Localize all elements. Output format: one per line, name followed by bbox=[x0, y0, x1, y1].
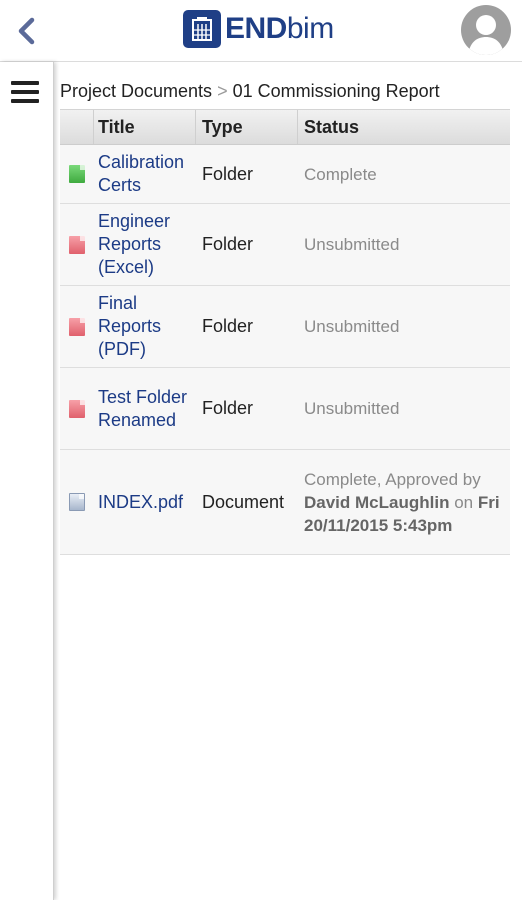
type-column-header[interactable]: Type bbox=[196, 110, 298, 144]
row-status: Complete, Approved by David McLaughlin o… bbox=[298, 468, 510, 537]
row-type: Folder bbox=[202, 234, 254, 254]
table-row[interactable]: Calibration Certs Folder Complete bbox=[60, 145, 510, 204]
table-header: Title Type Status bbox=[60, 109, 510, 145]
chevron-left-icon bbox=[18, 17, 35, 45]
breadcrumb-current: 01 Commissioning Report bbox=[232, 80, 440, 101]
row-title[interactable]: Calibration Certs bbox=[94, 151, 196, 197]
row-title[interactable]: Final Reports (PDF) bbox=[94, 292, 196, 361]
sidebar bbox=[0, 62, 54, 900]
table-row[interactable]: Final Reports (PDF) Folder Unsubmitted bbox=[60, 286, 510, 368]
table-row[interactable]: INDEX.pdf Document Complete, Approved by… bbox=[60, 450, 510, 555]
logo-text-thin: bim bbox=[286, 12, 334, 45]
red-file-icon bbox=[69, 317, 85, 336]
green-file-icon bbox=[69, 165, 85, 183]
breadcrumb: Project Documents > 01 Commissioning Rep… bbox=[60, 76, 440, 106]
table-row[interactable]: Test Folder Renamed Folder Unsubmitted bbox=[60, 368, 510, 450]
breadcrumb-separator: > bbox=[217, 80, 228, 101]
row-status: Unsubmitted bbox=[304, 317, 400, 336]
logo-wordmark: ENDbim bbox=[225, 12, 334, 46]
back-button[interactable] bbox=[10, 12, 42, 50]
hamburger-menu-icon[interactable] bbox=[11, 81, 39, 103]
row-title[interactable]: Test Folder Renamed bbox=[94, 386, 196, 432]
status-on: on bbox=[454, 492, 474, 512]
row-type: Folder bbox=[202, 316, 254, 336]
row-type: Folder bbox=[202, 398, 254, 418]
document-icon bbox=[69, 493, 85, 511]
documents-table: Title Type Status Calibration Certs Fold… bbox=[60, 109, 510, 555]
title-column-header[interactable]: Title bbox=[94, 110, 196, 144]
logo-text-bold: END bbox=[225, 12, 287, 45]
approver-name: David McLaughlin bbox=[304, 492, 450, 512]
status-column-header[interactable]: Status bbox=[298, 110, 510, 144]
row-status: Unsubmitted bbox=[304, 235, 400, 254]
row-title[interactable]: INDEX.pdf bbox=[94, 491, 196, 514]
status-prefix: Complete, Approved by bbox=[304, 469, 481, 489]
row-status: Unsubmitted bbox=[304, 399, 400, 418]
app-header: ENDbim bbox=[0, 0, 522, 62]
red-file-icon bbox=[69, 399, 85, 418]
row-status: Complete bbox=[304, 164, 377, 184]
building-logo-icon bbox=[183, 10, 221, 48]
user-avatar[interactable] bbox=[461, 5, 511, 55]
red-file-icon bbox=[69, 235, 85, 254]
table-row[interactable]: Engineer Reports (Excel) Folder Unsubmit… bbox=[60, 204, 510, 286]
row-title[interactable]: Engineer Reports (Excel) bbox=[94, 210, 196, 279]
breadcrumb-root[interactable]: Project Documents bbox=[60, 81, 212, 102]
icon-column-header bbox=[60, 110, 94, 144]
endbim-logo: ENDbim bbox=[183, 9, 334, 49]
row-type: Folder bbox=[202, 163, 254, 184]
user-silhouette-icon bbox=[468, 15, 504, 55]
row-type: Document bbox=[202, 491, 285, 512]
